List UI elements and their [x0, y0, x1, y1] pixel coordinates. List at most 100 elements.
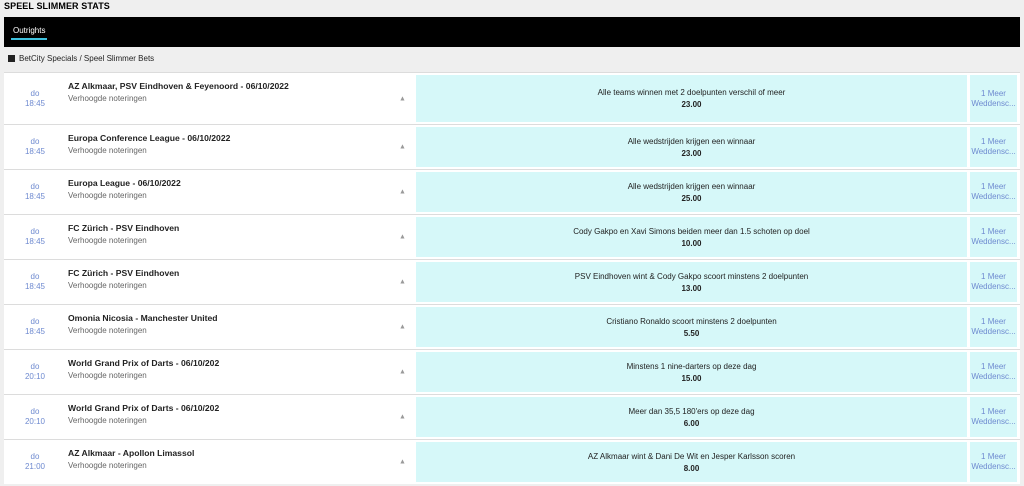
- market-odds: 25.00: [681, 193, 702, 203]
- triangle-up-icon[interactable]: ▲: [399, 189, 406, 196]
- more-bets-count: 1 Meer: [981, 182, 1006, 191]
- market-button[interactable]: Cody Gakpo en Xavi Simons beiden meer da…: [416, 217, 967, 257]
- table-row: do 20:10 World Grand Prix of Darts - 06/1…: [4, 394, 1020, 439]
- market-odds: 15.00: [681, 373, 702, 383]
- square-icon: [8, 55, 15, 62]
- market-odds: 8.00: [683, 463, 700, 473]
- market-description: Alle wedstrijden krijgen een winnaar: [627, 136, 756, 146]
- market-odds: 23.00: [681, 148, 702, 158]
- event-name[interactable]: Europa Conference League - 06/10/2022: [68, 133, 308, 144]
- event-name[interactable]: World Grand Prix of Darts - 06/10/202: [68, 403, 308, 414]
- triangle-up-icon[interactable]: ▲: [399, 459, 406, 466]
- triangle-up-icon[interactable]: ▲: [399, 369, 406, 376]
- event-time: 18:45: [24, 192, 46, 201]
- event-name[interactable]: FC Zürich - PSV Eindhoven: [68, 268, 308, 279]
- event-name[interactable]: Omonia Nicosia - Manchester United: [68, 313, 308, 324]
- more-bets-count: 1 Meer: [981, 272, 1006, 281]
- event-day: do: [30, 272, 40, 281]
- breadcrumb-label[interactable]: BetCity Specials / Speel Slimmer Bets: [19, 54, 154, 63]
- market-odds: 5.50: [683, 328, 700, 338]
- more-bets-button[interactable]: 1 Meer Weddensc...: [970, 217, 1017, 257]
- event-info: AZ Alkmaar, PSV Eindhoven & Feyenoord - …: [68, 81, 308, 104]
- more-bets-button[interactable]: 1 Meer Weddensc...: [970, 127, 1017, 167]
- market-description: PSV Eindhoven wint & Cody Gakpo scoort m…: [574, 271, 809, 281]
- event-datetime: do 18:45: [4, 227, 66, 247]
- market-button[interactable]: Alle wedstrijden krijgen een winnaar 25.0…: [416, 172, 967, 212]
- market-button[interactable]: Alle wedstrijden krijgen een winnaar 23.0…: [416, 127, 967, 167]
- event-datetime: do 21:00: [4, 452, 66, 472]
- event-day: do: [30, 317, 40, 326]
- event-day: do: [30, 137, 40, 146]
- triangle-up-icon[interactable]: ▲: [399, 95, 406, 102]
- event-name[interactable]: AZ Alkmaar - Apollon Limassol: [68, 448, 308, 459]
- event-datetime: do 20:10: [4, 362, 66, 382]
- more-bets-label: Weddensc...: [971, 327, 1016, 336]
- market-odds: 23.00: [681, 100, 702, 109]
- table-row: do 18:45 FC Zürich - PSV Eindhoven Verhoog…: [4, 214, 1020, 259]
- event-datetime: do 18:45: [4, 182, 66, 202]
- more-bets-button[interactable]: 1 Meer Weddensc...: [970, 442, 1017, 482]
- table-row: do 20:10 World Grand Prix of Darts - 06/1…: [4, 349, 1020, 394]
- event-list: do 18:45 AZ Alkmaar, PSV Eindhoven & Feye…: [4, 72, 1020, 486]
- event-subtitle: Verhoogde noteringen: [68, 281, 147, 290]
- triangle-up-icon[interactable]: ▲: [399, 414, 406, 421]
- event-info: FC Zürich - PSV Eindhoven Verhoogde noter…: [68, 268, 308, 291]
- event-datetime: do 20:10: [4, 407, 66, 427]
- event-subtitle: Verhoogde noteringen: [68, 236, 147, 245]
- more-bets-button[interactable]: 1 Meer Weddensc...: [970, 262, 1017, 302]
- market-odds: 10.00: [681, 238, 702, 248]
- event-name[interactable]: World Grand Prix of Darts - 06/10/202: [68, 358, 308, 369]
- breadcrumb: BetCity Specials / Speel Slimmer Bets: [8, 54, 154, 63]
- event-info: AZ Alkmaar - Apollon Limassol Verhoogde n…: [68, 448, 308, 471]
- event-day: do: [30, 407, 40, 416]
- event-day: do: [30, 88, 40, 98]
- market-button[interactable]: Alle teams winnen met 2 doelpunten versc…: [416, 75, 967, 122]
- event-time: 18:45: [24, 237, 46, 246]
- event-name[interactable]: Europa League - 06/10/2022: [68, 178, 308, 189]
- more-bets-button[interactable]: 1 Meer Weddensc...: [970, 307, 1017, 347]
- market-button[interactable]: AZ Alkmaar wint & Dani De Wit en Jesper …: [416, 442, 967, 482]
- triangle-up-icon[interactable]: ▲: [399, 144, 406, 151]
- market-button[interactable]: Meer dan 35,5 180'ers op deze dag 6.00: [416, 397, 967, 437]
- triangle-up-icon[interactable]: ▲: [399, 279, 406, 286]
- table-row: do 18:45 FC Zürich - PSV Eindhoven Verhoog…: [4, 259, 1020, 304]
- more-bets-count: 1 Meer: [981, 407, 1006, 416]
- event-time: 18:45: [24, 147, 46, 156]
- more-bets-count: 1 Meer: [981, 362, 1006, 371]
- page-title: SPEEL SLIMMER STATS: [4, 1, 110, 11]
- market-description: Cody Gakpo en Xavi Simons beiden meer da…: [573, 226, 810, 236]
- event-subtitle: Verhoogde noteringen: [68, 146, 147, 155]
- event-datetime: do 18:45: [4, 137, 66, 157]
- more-bets-button[interactable]: 1 Meer Weddensc...: [970, 397, 1017, 437]
- more-bets-button[interactable]: 1 Meer Weddensc...: [970, 172, 1017, 212]
- event-datetime: do 18:45: [4, 317, 66, 337]
- more-bets-label: Weddensc...: [971, 282, 1016, 291]
- event-info: World Grand Prix of Darts - 06/10/202 Ver…: [68, 358, 308, 381]
- tab-outrights[interactable]: Outrights: [11, 26, 48, 40]
- more-bets-count: 1 Meer: [981, 317, 1006, 326]
- triangle-up-icon[interactable]: ▲: [399, 234, 406, 241]
- more-bets-button[interactable]: 1 Meer Weddensc...: [970, 75, 1017, 122]
- more-bets-button[interactable]: 1 Meer Weddensc...: [970, 352, 1017, 392]
- market-description: Alle teams winnen met 2 doelpunten versc…: [597, 88, 786, 97]
- event-name[interactable]: FC Zürich - PSV Eindhoven: [68, 223, 308, 234]
- market-button[interactable]: Minstens 1 nine-darters op deze dag 15.00: [416, 352, 967, 392]
- more-bets-label: Weddensc...: [971, 192, 1016, 201]
- event-time: 18:45: [24, 98, 46, 108]
- more-bets-count: 1 Meer: [981, 137, 1006, 146]
- tab-bar: Outrights: [4, 17, 1020, 47]
- table-row: do 18:45 Europa Conference League - 06/10…: [4, 124, 1020, 169]
- event-name[interactable]: AZ Alkmaar, PSV Eindhoven & Feyenoord - …: [68, 81, 308, 92]
- market-description: Cristiano Ronaldo scoort minstens 2 doel…: [606, 316, 777, 326]
- event-day: do: [30, 227, 40, 236]
- market-button[interactable]: Cristiano Ronaldo scoort minstens 2 doel…: [416, 307, 967, 347]
- event-time: 18:45: [24, 327, 46, 336]
- market-description: AZ Alkmaar wint & Dani De Wit en Jesper …: [587, 451, 796, 461]
- table-row: do 18:45 AZ Alkmaar, PSV Eindhoven & Feye…: [4, 72, 1020, 124]
- table-row: do 18:45 Omonia Nicosia - Manchester Unit…: [4, 304, 1020, 349]
- event-time: 20:10: [24, 417, 46, 426]
- event-subtitle: Verhoogde noteringen: [68, 326, 147, 335]
- market-description: Minstens 1 nine-darters op deze dag: [626, 361, 757, 371]
- market-button[interactable]: PSV Eindhoven wint & Cody Gakpo scoort m…: [416, 262, 967, 302]
- triangle-up-icon[interactable]: ▲: [399, 324, 406, 331]
